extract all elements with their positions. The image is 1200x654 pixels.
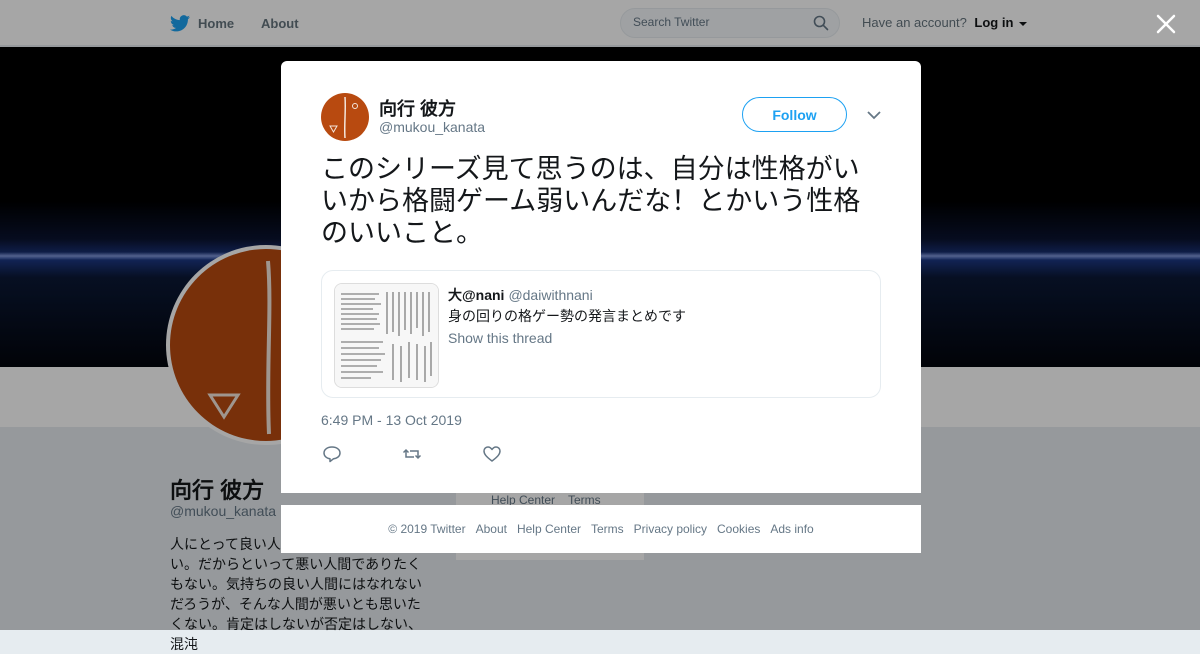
quoted-author-name: 大@nani [448, 287, 505, 303]
tweet-author-handle[interactable]: @mukou_kanata [379, 119, 485, 135]
tweet-text: このシリーズ見て思うのは、自分は性格がいいから格闘ゲーム弱いんだな！とかいう性格… [321, 154, 861, 248]
quoted-author-handle: @daiwithnani [508, 287, 593, 303]
show-thread-link[interactable]: Show this thread [448, 330, 552, 346]
reply-icon[interactable] [322, 444, 342, 464]
chevron-down-icon[interactable] [867, 111, 881, 120]
footer-terms-link[interactable]: Terms [591, 522, 624, 536]
tweet-author-name[interactable]: 向行 彼方 [379, 95, 456, 121]
tweet-modal: 向行 彼方 @mukou_kanata Follow このシリーズ見て思うのは、… [281, 61, 921, 493]
modal-footer: © 2019 Twitter About Help Center Terms P… [281, 505, 921, 553]
quoted-tweet-thumbnail[interactable] [334, 283, 439, 388]
follow-button[interactable]: Follow [742, 97, 847, 132]
footer-help-center-link[interactable]: Help Center [517, 522, 581, 536]
footer-privacy-link[interactable]: Privacy policy [634, 522, 707, 536]
footer-about-link[interactable]: About [476, 522, 507, 536]
quoted-tweet-text: 身の回りの格ゲー勢の発言まとめです [448, 308, 686, 324]
footer-ads-info-link[interactable]: Ads info [770, 522, 813, 536]
like-heart-icon[interactable] [482, 444, 502, 464]
tweet-author-avatar[interactable] [321, 93, 369, 141]
tweet-timestamp[interactable]: 6:49 PM - 13 Oct 2019 [321, 412, 462, 428]
quoted-tweet-card[interactable]: 大@nani @daiwithnani 身の回りの格ゲー勢の発言まとめです Sho… [321, 270, 881, 398]
footer-cookies-link[interactable]: Cookies [717, 522, 760, 536]
footer-copyright: © 2019 Twitter [388, 522, 466, 536]
close-icon[interactable] [1154, 12, 1178, 36]
retweet-icon[interactable] [402, 444, 422, 464]
quoted-tweet-author: 大@nani @daiwithnani [448, 285, 593, 305]
